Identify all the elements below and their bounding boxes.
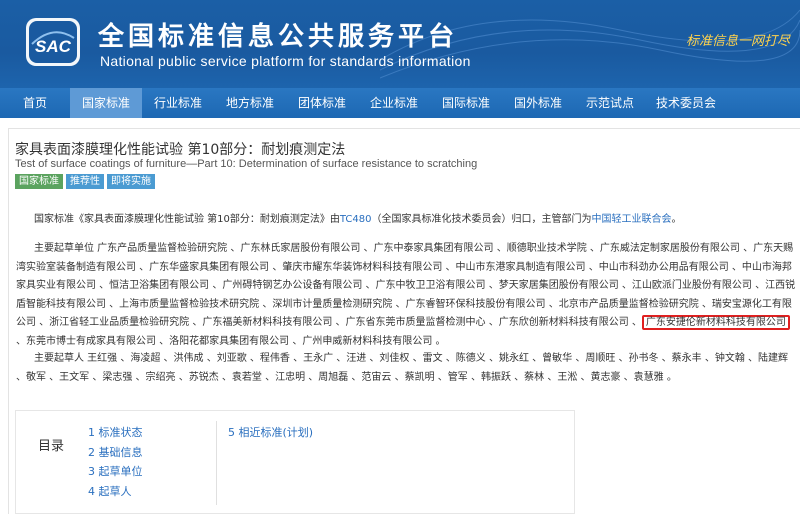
nav-home[interactable]: 首页 [0,88,70,118]
table-of-contents: 目录 1 标准状态 2 基础信息 3 起草单位 4 起草人 5 相近标准(计划) [15,410,575,514]
drafters-paragraph: 主要起草人 王红强 、海凌超 、洪伟成 、刘亚歌 、程伟香 、王永广 、汪进 、… [16,353,789,383]
nav-industry-standards[interactable]: 行业标准 [142,88,214,118]
standard-title: 家具表面漆膜理化性能试验 第10部分：耐划痕测定法 [15,142,346,158]
intro-paragraph: 国家标准《家具表面漆膜理化性能试验 第10部分：耐划痕测定法》由TC480（全国… [34,214,682,225]
site-title: 全国标准信息公共服务平台 [98,22,459,52]
dept-link[interactable]: 中国轻工业联合会 [592,214,672,225]
nav-local-standards[interactable]: 地方标准 [214,88,286,118]
toc-column-right: 5 相近标准(计划) [228,423,313,443]
toc-column-left: 1 标准状态 2 基础信息 3 起草单位 4 起草人 [88,423,143,501]
sac-logo-icon[interactable]: SAC [22,14,84,70]
badge-recommended: 推荐性 [66,174,104,189]
nav-enterprise-standards[interactable]: 企业标准 [358,88,430,118]
tc-link[interactable]: TC480 [340,214,372,225]
main-nav: 首页 国家标准 行业标准 地方标准 团体标准 企业标准 国际标准 国外标准 示范… [0,88,800,118]
highlighted-company: 广东安捷伦新材料科技有限公司 [641,315,790,330]
site-slogan: 标准信息一网打尽 [685,34,790,49]
toc-item-similar-standards[interactable]: 5 相近标准(计划) [228,423,313,443]
nav-national-standards[interactable]: 国家标准 [70,88,142,118]
badge-upcoming: 即将实施 [107,174,155,189]
nav-group-standards[interactable]: 团体标准 [286,88,358,118]
badge-national-standard: 国家标准 [15,174,63,189]
nav-pilot-demo[interactable]: 示范试点 [574,88,646,118]
svg-text:SAC: SAC [35,37,72,56]
site-header: SAC 全国标准信息公共服务平台 National public service… [0,0,800,88]
toc-item-drafting-units[interactable]: 3 起草单位 [88,462,143,482]
toc-label: 目录 [38,439,65,454]
toc-item-status[interactable]: 1 标准状态 [88,423,143,443]
toc-item-basic-info[interactable]: 2 基础信息 [88,443,143,463]
toc-item-drafters[interactable]: 4 起草人 [88,482,143,502]
nav-international-standards[interactable]: 国际标准 [430,88,502,118]
nav-foreign-standards[interactable]: 国外标准 [502,88,574,118]
nav-tech-committees[interactable]: 技术委员会 [646,88,726,118]
standard-title-en: Test of surface coatings of furniture—Pa… [15,158,478,170]
toc-divider [216,421,217,505]
site-subtitle: National public service platform for sta… [100,53,471,69]
standard-badges: 国家标准 推荐性 即将实施 [15,174,155,189]
drafting-units-paragraph: 主要起草单位 广东产品质量监督检验研究院 、广东林氏家居股份有限公司 、广东中泰… [16,243,796,347]
